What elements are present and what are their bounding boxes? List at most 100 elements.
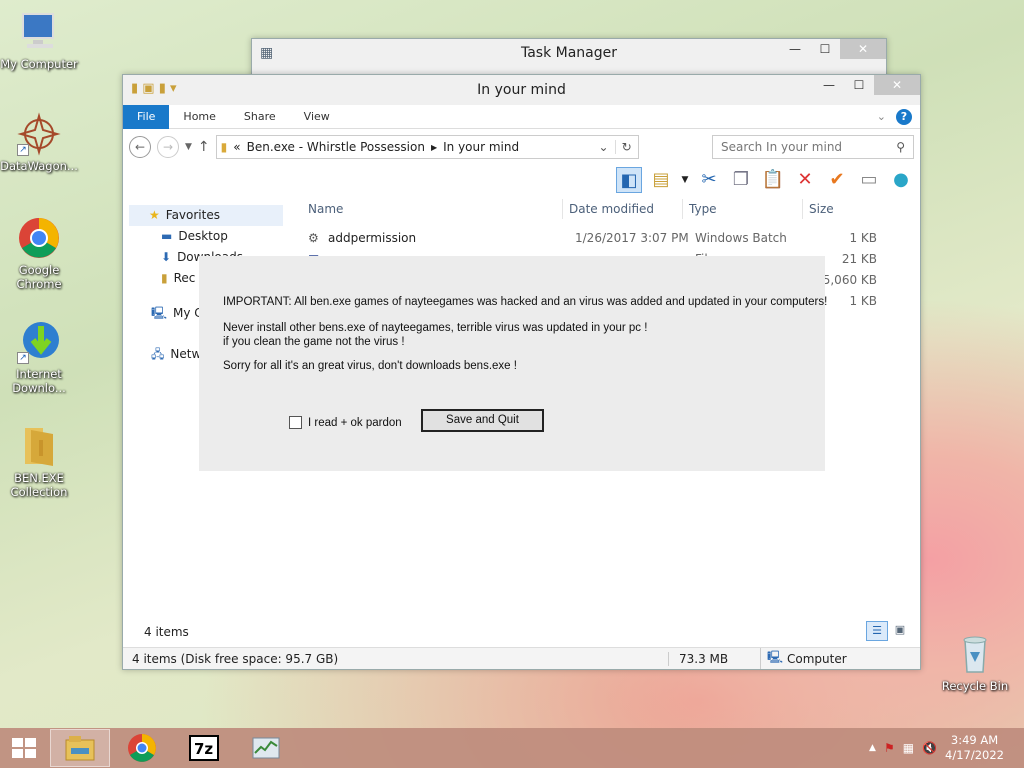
dialog-line-4: Sorry for all it's an great virus, don't… — [223, 360, 517, 372]
checkbox-box[interactable] — [289, 416, 302, 429]
dialog-line-1: IMPORTANT: All ben.exe games of nayteega… — [223, 296, 828, 308]
explorer-titlebar[interactable]: ▮ ▣ ▮ ▾ In your mind — ☐ ✕ — [123, 75, 920, 105]
desktop-icon-recycle-bin[interactable]: Recycle Bin — [936, 632, 1014, 693]
desktop-icon-google-chrome[interactable]: Google Chrome — [0, 216, 78, 291]
ribbon-tabs: File Home Share View ⌄ ? — [123, 104, 920, 129]
chrome-icon — [17, 216, 61, 260]
tab-file[interactable]: File — [123, 104, 170, 129]
breadcrumb-overflow[interactable]: « — [233, 140, 240, 154]
desktop-icon-my-computer[interactable]: My Computer — [0, 10, 78, 71]
start-button[interactable] — [0, 729, 48, 767]
folder-icon: ▮ — [220, 140, 228, 154]
toolbar: ◧ ▤ ▼ ✂ ❐ 📋 ✕ ✔ ▭ ● — [123, 165, 920, 195]
computer-icon: 🖳 — [151, 306, 168, 320]
large-icons-view-button[interactable]: ▣ — [890, 621, 910, 641]
search-input[interactable]: Search In your mind ⚲ — [712, 135, 914, 159]
tab-view[interactable]: View — [290, 105, 344, 129]
tab-home[interactable]: Home — [169, 105, 229, 129]
save-and-quit-button[interactable]: Save and Quit — [421, 409, 544, 432]
desktop-icon-label: Google Chrome — [16, 263, 62, 291]
address-bar[interactable]: ▮ « Ben.exe - Whirstle Possession ▶ In y… — [215, 135, 639, 159]
globe-icon[interactable]: ● — [888, 167, 914, 193]
details-view-button[interactable]: ☰ — [866, 621, 888, 641]
up-button[interactable]: ↑ — [198, 139, 210, 155]
desktop-icon-label: Internet Downlo... — [12, 367, 66, 395]
volume-muted-icon[interactable]: 🔇 — [922, 741, 937, 755]
maximize-button[interactable]: ☐ — [844, 75, 874, 95]
taskbar-file-explorer[interactable] — [50, 729, 110, 767]
column-type[interactable]: Type — [683, 199, 803, 219]
taskbar-chrome[interactable] — [112, 729, 172, 767]
nav-label: Rec — [173, 271, 196, 285]
refresh-icon[interactable]: ↻ — [614, 140, 638, 154]
clock-time: 3:49 AM — [950, 733, 999, 747]
taskbar-task-manager[interactable] — [236, 729, 296, 767]
item-count: 4 items — [144, 625, 189, 639]
folder-icon — [17, 424, 61, 468]
properties-icon[interactable]: ▤ — [648, 167, 674, 193]
checkmark-icon[interactable]: ✔ — [824, 167, 850, 193]
action-center-flag-icon[interactable]: ⚑ — [884, 741, 895, 755]
network-icon[interactable]: ▦ — [903, 741, 914, 755]
nav-label: Netw — [170, 347, 202, 361]
desktop-icon-internet-download[interactable]: ↗ Internet Downlo... — [0, 320, 78, 395]
desktop-icon-label: My Computer — [0, 57, 78, 71]
taskbar-7zip[interactable]: 7z — [174, 729, 234, 767]
file-type: Windows Batch File — [695, 231, 787, 266]
recycle-bin-icon — [953, 632, 997, 676]
desktop-icon-label: BEN.EXE Collection — [10, 471, 68, 499]
datawagon-icon: ↗ — [17, 112, 61, 156]
svg-text:7z: 7z — [194, 740, 213, 758]
copy-icon[interactable]: ❐ — [728, 167, 754, 193]
desktop-icon-benexe-collection[interactable]: BEN.EXE Collection — [0, 424, 78, 499]
paste-icon[interactable]: 📋 — [760, 167, 786, 193]
7zip-icon: 7z — [189, 735, 219, 761]
file-name: addpermission — [328, 231, 417, 245]
breadcrumb-item-parent[interactable]: Ben.exe - Whirstle Possession — [247, 140, 425, 154]
column-name[interactable]: Name — [302, 199, 563, 219]
minimize-button[interactable]: — — [814, 75, 844, 95]
nav-desktop[interactable]: ▬ Desktop — [133, 226, 283, 247]
delete-icon[interactable]: ✕ — [792, 167, 818, 193]
ribbon-expand-icon[interactable]: ⌄ — [877, 110, 886, 123]
desktop-icon-datawagon[interactable]: ↗ DataWagon... — [0, 112, 78, 173]
pardon-checkbox[interactable]: I read + ok pardon — [289, 416, 402, 429]
show-hidden-icons-icon[interactable]: ▲ — [869, 743, 876, 753]
chevron-right-icon[interactable]: ▶ — [431, 143, 437, 152]
batch-file-icon: ⚙ — [308, 231, 319, 245]
search-icon: ⚲ — [896, 140, 905, 154]
file-explorer-icon — [65, 736, 95, 761]
nav-label: Desktop — [178, 229, 228, 243]
rename-icon[interactable]: ▭ — [856, 167, 882, 193]
clock-date: 4/17/2022 — [945, 748, 1004, 762]
checkbox-label: I read + ok pardon — [308, 416, 402, 429]
tab-share[interactable]: Share — [230, 105, 290, 129]
minimize-button[interactable]: — — [780, 39, 810, 59]
cut-icon[interactable]: ✂ — [696, 167, 722, 193]
column-size[interactable]: Size — [803, 199, 883, 219]
chrome-icon — [128, 734, 156, 762]
breadcrumb-item-current[interactable]: In your mind — [443, 140, 519, 154]
file-size: 1 KB — [849, 231, 877, 245]
help-icon[interactable]: ? — [896, 108, 912, 125]
close-button[interactable]: ✕ — [874, 75, 920, 95]
chevron-down-icon[interactable]: ⌄ — [599, 140, 609, 154]
maximize-button[interactable]: ☐ — [810, 39, 840, 59]
nav-favorites[interactable]: ★ Favorites — [129, 205, 283, 226]
desktop-icon-label: DataWagon... — [0, 159, 78, 173]
recent-locations-icon[interactable]: ▼ — [185, 142, 192, 152]
close-button[interactable]: ✕ — [840, 39, 886, 59]
file-row[interactable]: ⚙ addpermission 1/26/2017 3:07 PM Window… — [308, 228, 877, 266]
task-manager-titlebar[interactable]: ▦ Task Manager — ☐ ✕ — [252, 39, 886, 67]
forward-button[interactable]: → — [157, 136, 179, 158]
clock[interactable]: 3:49 AM 4/17/2022 — [945, 733, 1004, 763]
column-date-modified[interactable]: Date modified — [563, 199, 683, 219]
dropdown-icon[interactable]: ▼ — [680, 167, 690, 193]
windows-logo-icon — [12, 738, 36, 758]
warning-dialog[interactable]: IMPORTANT: All ben.exe games of nayteega… — [199, 256, 828, 471]
back-button[interactable]: ← — [129, 136, 151, 158]
status-items-info: 4 items (Disk free space: 95.7 GB) — [132, 651, 339, 666]
task-manager-icon — [252, 737, 280, 759]
computer-icon: 🖳 — [760, 648, 783, 669]
layout-pane-icon[interactable]: ◧ — [616, 167, 642, 193]
